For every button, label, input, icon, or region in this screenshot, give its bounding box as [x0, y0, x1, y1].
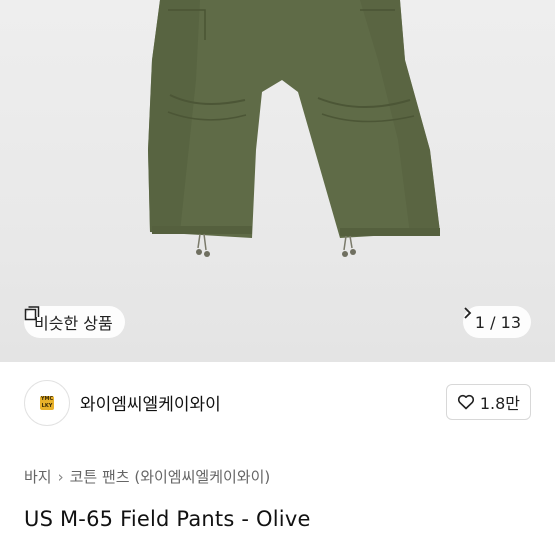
shop-logo-icon: YMC LKY — [40, 396, 54, 410]
chevron-right-icon: › — [57, 467, 64, 486]
image-counter-button[interactable]: 1 / 13 — [462, 306, 531, 338]
similar-items-icon — [24, 306, 40, 321]
similar-items-label: 비슷한 상품 — [34, 314, 113, 333]
breadcrumb-item-category[interactable]: 바지 — [24, 466, 52, 487]
like-count: 1.8만 — [479, 394, 520, 413]
product-title: US M-65 Field Pants - Olive — [24, 507, 311, 531]
breadcrumb-item-subcategory[interactable]: 코튼 팬츠 (와이엠씨엘케이와이) — [70, 466, 271, 487]
shop-info-row: YMC LKY 와이엠씨엘케이와이 1.8만 — [0, 362, 555, 444]
shop-avatar[interactable]: YMC LKY — [24, 380, 70, 426]
product-image-gallery[interactable]: 비슷한 상품 1 / 13 — [0, 0, 555, 362]
heart-icon — [457, 394, 474, 410]
chevron-right-icon — [464, 307, 472, 319]
image-counter: 1 / 13 — [474, 312, 521, 332]
like-shop-button[interactable]: 1.8만 — [445, 384, 531, 420]
breadcrumb: 바지 › 코튼 팬츠 (와이엠씨엘케이와이) — [24, 466, 270, 487]
similar-items-button[interactable]: 비슷한 상품 — [24, 306, 125, 338]
shop-name[interactable]: 와이엠씨엘케이와이 — [80, 390, 221, 415]
